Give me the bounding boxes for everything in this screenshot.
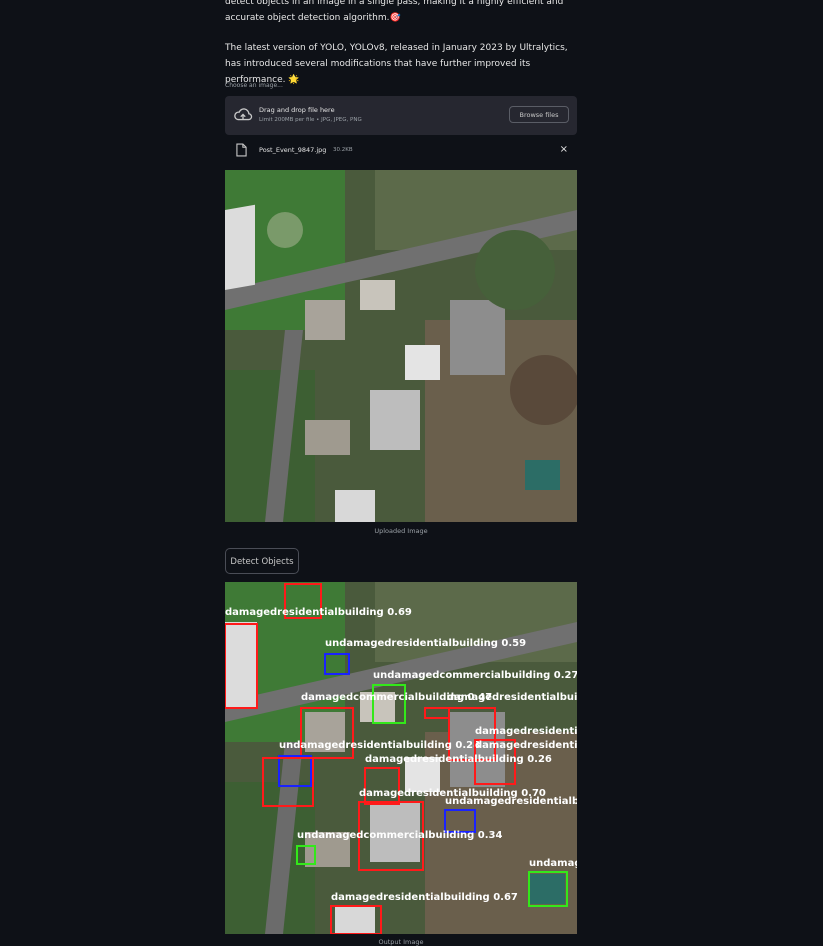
close-icon[interactable]: × — [560, 144, 568, 155]
detection-label: damagedresidentialbuilding — [475, 726, 577, 737]
dropzone-subtitle: Limit 200MB per file • JPG, JPEG, PNG — [259, 117, 362, 123]
detection-label: damagedresidentialbuilding 0.79 — [475, 740, 577, 751]
detection-label: damagedresidentialbuilding 0.26 — [365, 754, 552, 765]
detection-label: damagedresidentialbuilding 0.67 — [331, 892, 518, 903]
detection-label: undamagedcommercialbuilding 0.27 — [373, 670, 577, 681]
uploaded-image — [225, 170, 577, 522]
detection-label: damagedresidentialbuilding 0.69 — [225, 607, 412, 618]
file-size: 30.2KB — [333, 147, 353, 153]
detection-label: undamagedresidentialbuilding 0.28 — [279, 740, 480, 751]
uploader-label: Choose an image... — [225, 82, 283, 89]
browse-files-button[interactable]: Browse files — [509, 106, 569, 123]
cloud-upload-icon — [234, 108, 253, 121]
detection-label: undamagedresidentialbuilding — [445, 796, 577, 807]
detect-objects-button[interactable]: Detect Objects — [225, 548, 299, 574]
intro-paragraph-1: detect objects in an image in a single p… — [225, 0, 564, 23]
file-dropzone[interactable]: Drag and drop file here Limit 200MB per … — [225, 96, 577, 135]
output-image-caption: Output Image — [378, 938, 424, 946]
detection-label: undamag — [529, 858, 577, 869]
file-name: Post_Event_9847.jpg — [259, 146, 327, 154]
detection-label: undamagedresidentialbuilding 0.59 — [325, 638, 526, 649]
uploaded-image-caption: Uploaded Image — [374, 527, 428, 535]
output-image: damagedresidentialbuilding 0.69 undamaged… — [225, 582, 577, 934]
dropzone-title: Drag and drop file here — [259, 106, 335, 114]
detection-label: undamagedcommercialbuilding 0.34 — [297, 830, 502, 841]
detection-label: damagedresidentialbuilding — [447, 692, 577, 703]
file-icon — [236, 143, 247, 157]
intro-paragraph-2: The latest version of YOLO, YOLOv8, rele… — [225, 43, 568, 85]
uploaded-file-row: Post_Event_9847.jpg 30.2KB × — [225, 142, 577, 160]
